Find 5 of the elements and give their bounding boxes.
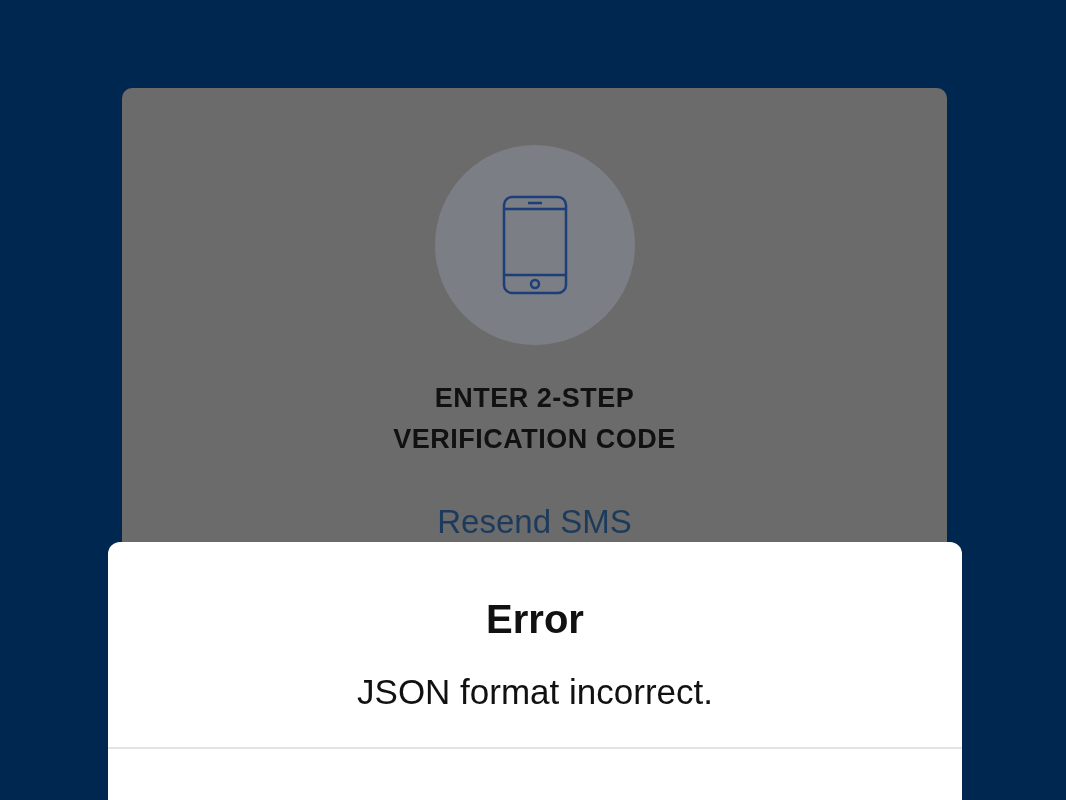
dialog-title: Error <box>486 597 584 642</box>
dialog-message: JSON format incorrect. <box>357 672 713 712</box>
verification-title: ENTER 2-STEP VERIFICATION CODE <box>392 382 677 456</box>
phone-icon <box>501 195 568 295</box>
resend-link[interactable]: Resend SMS <box>437 503 632 541</box>
